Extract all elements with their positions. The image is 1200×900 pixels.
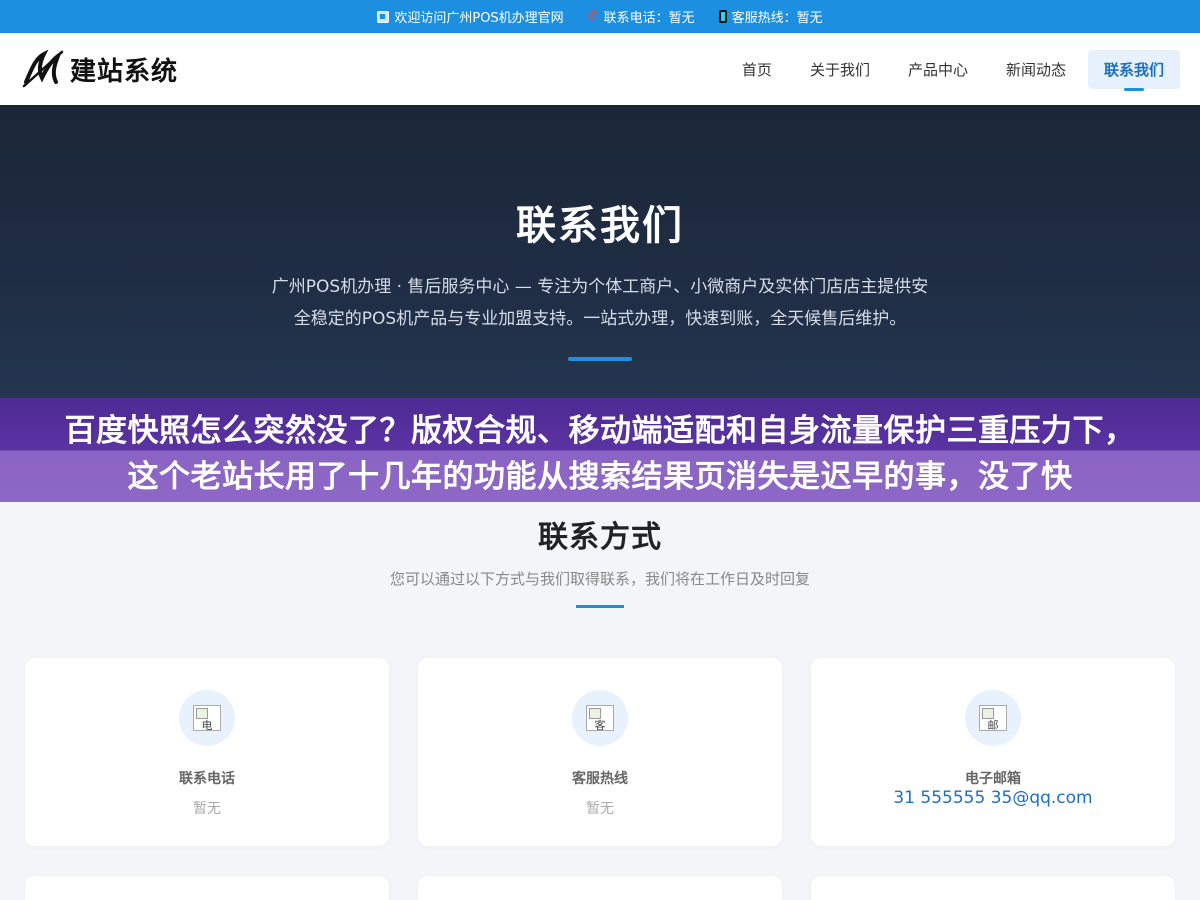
phone-item: ✆ 联系电话：暂无 bbox=[588, 7, 695, 26]
hero-divider bbox=[568, 357, 632, 361]
contact-card-placeholder bbox=[418, 876, 782, 900]
phone-icon-circle: 电 bbox=[179, 690, 235, 746]
contact-card-hotline: 客 客服热线 暂无 bbox=[418, 658, 782, 846]
logo-mark-icon bbox=[22, 49, 64, 88]
nav-item-about[interactable]: 关于我们 bbox=[794, 50, 886, 89]
phone-text: 联系电话：暂无 bbox=[603, 11, 695, 26]
icon-alt-text: 邮 bbox=[987, 719, 999, 731]
logo[interactable]: 建站系统 bbox=[22, 48, 178, 90]
hero-description: 广州POS机办理 · 售后服务中心 — 专注为个体工商户、小微商户及实体门店店主… bbox=[271, 277, 929, 329]
main-nav: 首页 关于我们 产品中心 新闻动态 联系我们 bbox=[726, 49, 1180, 89]
nav-item-news[interactable]: 新闻动态 bbox=[990, 50, 1082, 89]
card-label: 电子邮箱 bbox=[965, 771, 1021, 787]
overlay-text: 百度快照怎么突然没了？版权合规、移动端适配和自身流量保护三重压力下，这个老站长用… bbox=[64, 413, 1136, 495]
welcome-item: 欢迎访问广州POS机办理官网 bbox=[377, 7, 564, 26]
contact-card-placeholder bbox=[25, 876, 389, 900]
icon-alt-text: 客 bbox=[594, 719, 606, 731]
contact-card-phone: 电 联系电话 暂无 bbox=[25, 658, 389, 846]
contact-cards: 电 联系电话 暂无 客 客服热线 暂无 邮 电子邮箱 31 555555 35@… bbox=[0, 658, 1200, 846]
card-value: 暂无 bbox=[193, 801, 221, 817]
website-icon bbox=[377, 10, 390, 23]
logo-text: 建站系统 bbox=[70, 56, 179, 87]
contact-card-placeholder bbox=[811, 876, 1175, 900]
icon-alt-text: 电 bbox=[201, 719, 213, 731]
contact-cards-row-2 bbox=[0, 876, 1200, 900]
nav-item-contact[interactable]: 联系我们 bbox=[1087, 49, 1180, 89]
section-subtitle: 您可以通过以下方式与我们取得联系，我们将在工作日及时回复 bbox=[389, 570, 810, 588]
overlay-banner: 百度快照怎么突然没了？版权合规、移动端适配和自身流量保护三重压力下，这个老站长用… bbox=[0, 398, 1200, 502]
mobile-icon bbox=[718, 10, 727, 23]
card-value: 暂无 bbox=[586, 801, 614, 817]
nav-item-home[interactable]: 首页 bbox=[726, 50, 788, 89]
hotline-item: 客服热线：暂无 bbox=[718, 7, 823, 26]
top-bar: 欢迎访问广州POS机办理官网 ✆ 联系电话：暂无 客服热线：暂无 bbox=[0, 0, 1200, 33]
email-icon-circle: 邮 bbox=[965, 690, 1021, 746]
section-title: 联系方式 bbox=[538, 520, 662, 555]
card-label: 客服热线 bbox=[572, 771, 628, 787]
hotline-icon-circle: 客 bbox=[572, 690, 628, 746]
broken-image-icon: 邮 bbox=[979, 705, 1007, 731]
contact-card-email: 邮 电子邮箱 31 555555 35@qq.com bbox=[811, 658, 1175, 846]
broken-image-icon: 客 bbox=[586, 705, 614, 731]
site-header: 建站系统 首页 关于我们 产品中心 新闻动态 联系我们 bbox=[0, 33, 1200, 105]
section-divider bbox=[576, 605, 624, 608]
hero-banner: 联系我们 广州POS机办理 · 售后服务中心 — 专注为个体工商户、小微商户及实… bbox=[0, 105, 1200, 400]
email-link[interactable]: 31 555555 35@qq.com bbox=[893, 788, 1092, 808]
hero-title: 联系我们 bbox=[516, 203, 684, 249]
broken-image-icon: 电 bbox=[193, 705, 221, 731]
nav-item-products[interactable]: 产品中心 bbox=[892, 50, 984, 89]
hotline-text: 客服热线：暂无 bbox=[731, 11, 823, 26]
phone-icon: ✆ bbox=[587, 9, 599, 24]
card-label: 联系电话 bbox=[179, 771, 235, 787]
welcome-text: 欢迎访问广州POS机办理官网 bbox=[394, 11, 564, 26]
